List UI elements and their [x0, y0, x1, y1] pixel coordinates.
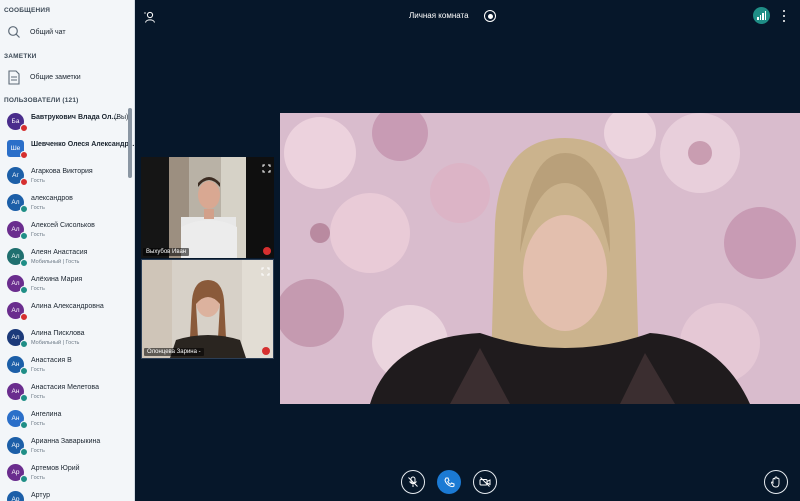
mic-status-icon — [20, 151, 28, 159]
user-name: Артур — [31, 492, 51, 499]
user-role: Гость — [31, 421, 45, 427]
user-name: Алёхина Мария — [31, 276, 83, 283]
user-list-item[interactable]: Ал Алина Писклова Мобильный | Гость — [0, 324, 130, 351]
user-name: Шевченко Олеся Александр... — [31, 141, 135, 148]
user-list-item[interactable]: Ан Ангелина Гость — [0, 405, 130, 432]
main-video-feed — [280, 113, 800, 404]
messages-section-title: СООБЩЕНИЯ — [4, 7, 51, 14]
avatar: Ар — [7, 491, 24, 501]
mic-status-icon — [20, 286, 28, 294]
user-name: Анастасия Мелетова — [31, 384, 99, 391]
main-video[interactable] — [280, 113, 800, 404]
user-role: Гость — [31, 232, 45, 238]
users-section-title: ПОЛЬЗОВАТЕЛИ (121) — [4, 97, 79, 104]
user-role: Гость — [31, 475, 45, 481]
video-tile-1-name: Выхубов Иван — [143, 248, 190, 256]
mic-off-icon — [263, 247, 271, 255]
user-name: Алексей Сисольков — [31, 222, 95, 229]
mic-status-icon — [20, 394, 28, 402]
mic-off-icon[interactable] — [401, 470, 425, 494]
user-role: Гость — [31, 205, 45, 211]
expand-icon[interactable] — [262, 160, 271, 173]
user-list-item[interactable]: Ал Алексей Сисольков Гость — [0, 216, 130, 243]
more-vertical-icon[interactable] — [781, 10, 787, 22]
user-name: Арианна Заварыкина — [31, 438, 101, 445]
mic-status-icon — [20, 259, 28, 267]
mic-status-icon — [20, 124, 28, 132]
user-name: Алеян Анастасия — [31, 249, 88, 256]
user-list-item[interactable]: Ар Арианна Заварыкина Гость — [0, 432, 130, 459]
mic-status-icon — [20, 232, 28, 240]
user-icon[interactable] — [144, 10, 156, 23]
user-role: Гость — [31, 178, 45, 184]
sidebar: СООБЩЕНИЯ Общий чат ЗАМЕТКИ Общие заметк… — [0, 0, 135, 501]
user-name: Бавтрукович Влада Ол... — [31, 114, 118, 121]
mic-status-icon — [20, 448, 28, 456]
user-role: Гость — [31, 448, 45, 454]
mic-status-icon — [20, 367, 28, 375]
user-list-item[interactable]: Ба Бавтрукович Влада Ол... (Вы) — [0, 108, 130, 135]
camera-off-icon[interactable] — [473, 470, 497, 494]
user-role: Мобильный | Гость — [31, 259, 80, 265]
record-icon[interactable] — [484, 10, 496, 22]
user-list-item[interactable]: Ал Алёхина Мария Гость — [0, 270, 130, 297]
user-role: Гость — [31, 286, 45, 292]
user-role: Гость — [31, 367, 45, 373]
public-chat-item[interactable]: Общий чат — [0, 19, 133, 45]
user-name: александров — [31, 195, 73, 202]
user-list-item[interactable]: Ан Анастасия Мелетова Гость — [0, 378, 130, 405]
mic-status-icon — [20, 313, 28, 321]
phone-icon[interactable] — [437, 470, 461, 494]
user-name: Артемов Юрий — [31, 465, 80, 472]
mic-status-icon — [20, 205, 28, 213]
hand-icon[interactable] — [764, 470, 788, 494]
you-badge: (Вы) — [114, 114, 129, 121]
user-name: Агаркова Виктория — [31, 168, 93, 175]
video-tile-2-name: Олонцева Зарина - — [144, 348, 204, 356]
user-role: Гость — [31, 394, 45, 400]
user-list-item[interactable]: Ан Анастасия В Гость — [0, 351, 130, 378]
signal-icon[interactable] — [753, 7, 770, 24]
room-title: Личная комната — [409, 11, 469, 20]
user-name: Алина Писклова — [31, 330, 85, 337]
mic-off-icon — [262, 347, 270, 355]
user-list-item[interactable]: Ал александров Гость — [0, 189, 130, 216]
mic-status-icon — [20, 340, 28, 348]
shared-notes-label: Общие заметки — [30, 73, 81, 81]
mic-status-icon — [20, 178, 28, 186]
video-feed-1 — [141, 157, 274, 258]
user-list-scrollbar[interactable] — [128, 108, 132, 178]
user-name: Алина Александровна — [31, 303, 104, 310]
expand-icon[interactable] — [261, 263, 270, 276]
video-tile-2[interactable]: Олонцева Зарина - — [141, 259, 274, 359]
user-list-item[interactable]: Ар Артемов Юрий Гость — [0, 459, 130, 486]
user-list-item[interactable]: Ше Шевченко Олеся Александр... — [0, 135, 134, 162]
chat-icon — [7, 24, 21, 40]
video-feed-2 — [142, 260, 273, 358]
user-list-item[interactable]: Ал Алеян Анастасия Мобильный | Гость — [0, 243, 130, 270]
user-name: Анастасия В — [31, 357, 72, 364]
user-list-item[interactable]: Ал Алина Александровна — [0, 297, 130, 324]
public-chat-label: Общий чат — [30, 28, 66, 36]
user-list-item[interactable]: Аг Агаркова Виктория Гость — [0, 162, 130, 189]
user-role: Мобильный | Гость — [31, 340, 80, 346]
video-tile-1[interactable]: Выхубов Иван — [141, 157, 274, 258]
user-list-item[interactable]: Ар Артур — [0, 486, 130, 501]
notes-section-title: ЗАМЕТКИ — [4, 53, 37, 60]
user-name: Ангелина — [31, 411, 62, 418]
mic-status-icon — [20, 475, 28, 483]
shared-notes-item[interactable]: Общие заметки — [0, 64, 133, 90]
mic-status-icon — [20, 421, 28, 429]
document-icon — [7, 69, 21, 85]
